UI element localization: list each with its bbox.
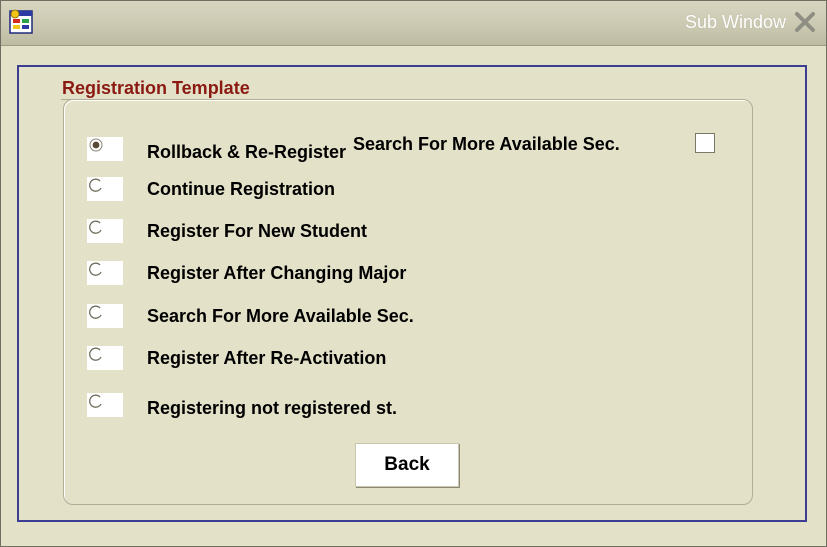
search-more-sections-checkbox-label: Search For More Available Sec.: [353, 134, 620, 154]
radio-unselected-icon: [89, 394, 102, 408]
window-title: Sub Window: [684, 12, 786, 32]
radio-selected-icon: [89, 138, 103, 152]
group-title: Registration Template: [59, 78, 253, 99]
radio-option-registering-not-registered[interactable]: Registering not registered st.: [87, 393, 557, 419]
close-icon[interactable]: [792, 9, 818, 35]
radio-button[interactable]: [87, 219, 123, 243]
radio-button[interactable]: [87, 304, 123, 328]
radio-button[interactable]: [87, 261, 123, 285]
radio-label: Register After Re-Activation: [147, 348, 387, 368]
radio-option-continue-registration[interactable]: Continue Registration: [87, 177, 557, 203]
radio-button[interactable]: [87, 346, 123, 370]
radio-unselected-icon: [89, 262, 102, 276]
radio-label: Registering not registered st.: [147, 398, 398, 418]
radio-unselected-icon: [89, 347, 102, 361]
form-app-icon: [9, 9, 33, 34]
radio-option-register-after-changing-major[interactable]: Register After Changing Major: [87, 261, 557, 287]
group-title-separator: [61, 99, 301, 100]
radio-button[interactable]: [87, 393, 123, 417]
back-button[interactable]: Back: [355, 443, 459, 487]
radio-label: Search For More Available Sec.: [147, 306, 414, 326]
radio-unselected-icon: [89, 220, 102, 234]
radio-button[interactable]: [87, 137, 123, 161]
radio-option-search-more-sections[interactable]: Search For More Available Sec.: [87, 304, 557, 330]
radio-unselected-icon: [89, 305, 102, 319]
sub-window: Sub Window Registration Template Rollbac…: [0, 0, 827, 547]
radio-label: Continue Registration: [147, 179, 335, 199]
radio-label: Register After Changing Major: [147, 263, 407, 283]
radio-label: Rollback & Re-Register: [147, 142, 347, 162]
radio-button[interactable]: [87, 177, 123, 201]
search-more-sections-checkbox[interactable]: [695, 133, 715, 153]
radio-option-register-new-student[interactable]: Register For New Student: [87, 219, 557, 245]
radio-option-register-after-reactivation[interactable]: Register After Re-Activation: [87, 346, 557, 372]
radio-unselected-icon: [89, 178, 102, 192]
title-bar[interactable]: Sub Window: [1, 1, 826, 46]
radio-label: Register For New Student: [147, 221, 368, 241]
